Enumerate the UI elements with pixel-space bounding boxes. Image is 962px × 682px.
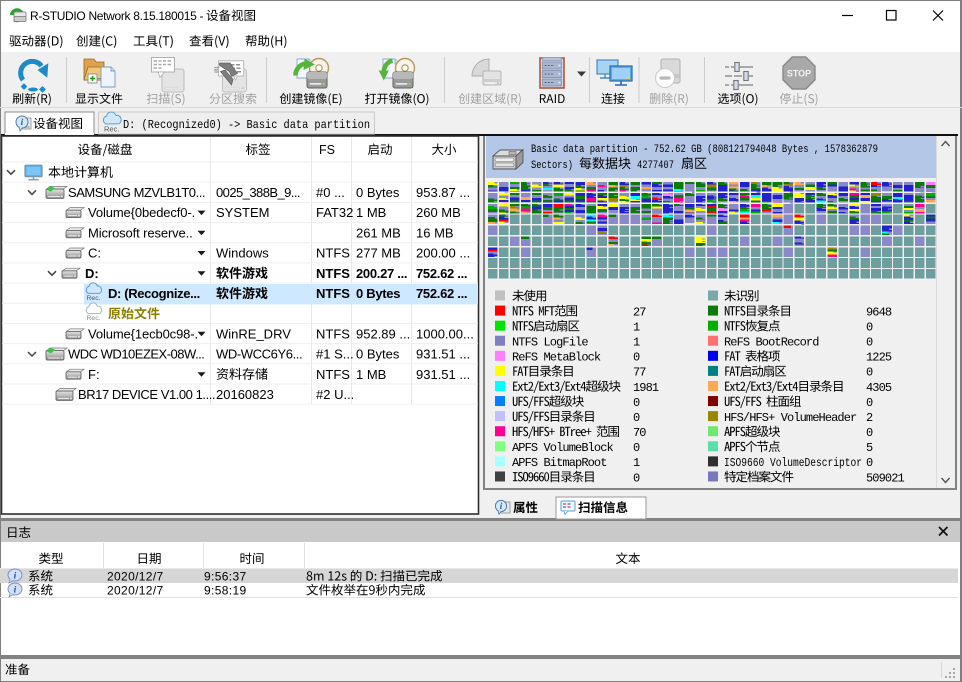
svg-text:i: i	[14, 572, 17, 582]
svg-text:FS: FS	[319, 143, 335, 157]
svg-text:752.62 ...: 752.62 ...	[416, 266, 467, 281]
svg-text:STOP: STOP	[787, 69, 811, 79]
svg-text:Microsoft reserve..: Microsoft reserve..	[88, 225, 193, 240]
svg-text:#2 U...: #2 U...	[316, 387, 354, 402]
svg-text:i: i	[21, 118, 24, 128]
svg-text:0: 0	[866, 426, 873, 440]
svg-text:200.00 ...: 200.00 ...	[416, 246, 470, 261]
svg-text:0: 0	[633, 441, 640, 455]
svg-text:200.27 ...: 200.27 ...	[356, 266, 407, 281]
svg-text:931.51 ...: 931.51 ...	[416, 367, 470, 382]
svg-text:5: 5	[866, 441, 873, 455]
svg-text:1: 1	[633, 320, 640, 334]
svg-text:i: i	[14, 586, 17, 596]
svg-text:D: (Recognized0) -> Basic data: D: (Recognized0) -> Basic data partition	[123, 118, 370, 132]
svg-text:D: (Recognize...: D: (Recognize...	[108, 286, 200, 301]
svg-text:#1 S...: #1 S...	[316, 347, 354, 362]
svg-text:SYSTEM: SYSTEM	[216, 205, 269, 220]
svg-text:1000.00...: 1000.00...	[416, 326, 474, 341]
svg-text:0: 0	[866, 396, 873, 410]
svg-text:4277407: 4277407	[637, 160, 674, 172]
svg-text:APFS VolumeBlock: APFS VolumeBlock	[512, 441, 614, 455]
svg-text:260 MB: 260 MB	[416, 205, 461, 220]
svg-text:#0 ...: #0 ...	[316, 185, 345, 200]
svg-text:D:: D:	[85, 266, 99, 281]
svg-text:NTFS: NTFS	[316, 246, 350, 261]
svg-text:1 MB: 1 MB	[356, 367, 386, 382]
svg-text:HFS/HFS+ VolumeHeader: HFS/HFS+ VolumeHeader	[724, 411, 857, 425]
svg-text:BR17 DEVICE V1.00 1....: BR17 DEVICE V1.00 1....	[78, 387, 215, 402]
svg-text:SAMSUNG MZVLB1T0...: SAMSUNG MZVLB1T0...	[68, 185, 205, 200]
svg-text:0: 0	[633, 411, 640, 425]
svg-text:0: 0	[866, 320, 873, 334]
svg-text:Windows: Windows	[216, 246, 269, 261]
svg-text:R-STUDIO Network 8.15.180015 -: R-STUDIO Network 8.15.180015 -	[30, 9, 206, 23]
svg-text:NTFS: NTFS	[316, 326, 350, 341]
svg-text:Rec.: Rec.	[104, 125, 119, 134]
svg-text:1981: 1981	[633, 381, 659, 395]
svg-text:0: 0	[633, 396, 640, 410]
svg-text:931.51 ...: 931.51 ...	[416, 347, 470, 362]
svg-text:953.87 ...: 953.87 ...	[416, 185, 470, 200]
svg-text:ReFS MetaBlock: ReFS MetaBlock	[512, 351, 601, 365]
svg-text:0: 0	[866, 336, 873, 350]
svg-text:9648: 9648	[866, 305, 892, 319]
svg-text:70: 70	[633, 426, 646, 440]
svg-text:Volume{0bedecf0-.: Volume{0bedecf0-.	[88, 205, 195, 220]
svg-text:C:: C:	[88, 246, 101, 261]
svg-text:Volume{1ecb0c98-.: Volume{1ecb0c98-.	[88, 326, 198, 341]
svg-text:0: 0	[866, 456, 873, 470]
svg-text:509021: 509021	[866, 471, 905, 485]
svg-text:20160823: 20160823	[216, 387, 274, 402]
svg-text:9:56:37: 9:56:37	[204, 570, 247, 584]
svg-text:NTFS LogFile: NTFS LogFile	[512, 336, 588, 350]
svg-text:2020/12/7: 2020/12/7	[107, 570, 164, 584]
svg-text:Sectors): Sectors)	[531, 160, 573, 172]
svg-text:952.89 ...: 952.89 ...	[356, 326, 410, 341]
svg-text:WD-WCC6Y6...: WD-WCC6Y6...	[216, 347, 302, 362]
svg-text:2: 2	[866, 411, 873, 425]
svg-text:0: 0	[866, 366, 873, 380]
svg-text:1225: 1225	[866, 351, 892, 365]
svg-text:27: 27	[633, 305, 646, 319]
svg-text:WinRE_DRV: WinRE_DRV	[216, 326, 291, 341]
svg-text:16 MB: 16 MB	[416, 225, 454, 240]
svg-text:Rec.: Rec.	[87, 295, 101, 302]
svg-text:ReFS BootRecord: ReFS BootRecord	[724, 336, 819, 350]
svg-text:261 MB: 261 MB	[356, 225, 401, 240]
svg-text:0: 0	[633, 351, 640, 365]
svg-text:9:58:19: 9:58:19	[204, 584, 247, 598]
svg-text:1: 1	[633, 456, 640, 470]
svg-text:0: 0	[633, 471, 640, 485]
svg-text:0 Bytes: 0 Bytes	[356, 185, 400, 200]
svg-text:Basic data partition - 752.62: Basic data partition - 752.62 GB (808121…	[531, 144, 878, 156]
svg-text:APFS BitmapRoot: APFS BitmapRoot	[512, 456, 607, 470]
svg-text:0025_388B_9...: 0025_388B_9...	[216, 185, 300, 200]
svg-text:NTFS: NTFS	[316, 367, 350, 382]
svg-text:77: 77	[633, 366, 646, 380]
svg-text:277 MB: 277 MB	[356, 246, 401, 261]
svg-text:752.62 ...: 752.62 ...	[416, 286, 467, 301]
svg-text:Rec.: Rec.	[87, 315, 101, 322]
svg-text:2020/12/7: 2020/12/7	[107, 584, 164, 598]
svg-text:FAT32: FAT32	[316, 205, 353, 220]
svg-text:4305: 4305	[866, 381, 892, 395]
svg-text:WDC WD10EZEX-08W...: WDC WD10EZEX-08W...	[68, 347, 204, 362]
svg-text:1 MB: 1 MB	[356, 205, 386, 220]
svg-text:NTFS: NTFS	[316, 266, 350, 281]
svg-text:0 Bytes: 0 Bytes	[356, 347, 400, 362]
svg-text:F:: F:	[88, 367, 100, 382]
svg-text:1: 1	[633, 336, 640, 350]
svg-text:ISO9660 VolumeDescriptor: ISO9660 VolumeDescriptor	[724, 456, 862, 470]
svg-text:NTFS: NTFS	[316, 286, 350, 301]
svg-text:0 Bytes: 0 Bytes	[356, 286, 400, 301]
